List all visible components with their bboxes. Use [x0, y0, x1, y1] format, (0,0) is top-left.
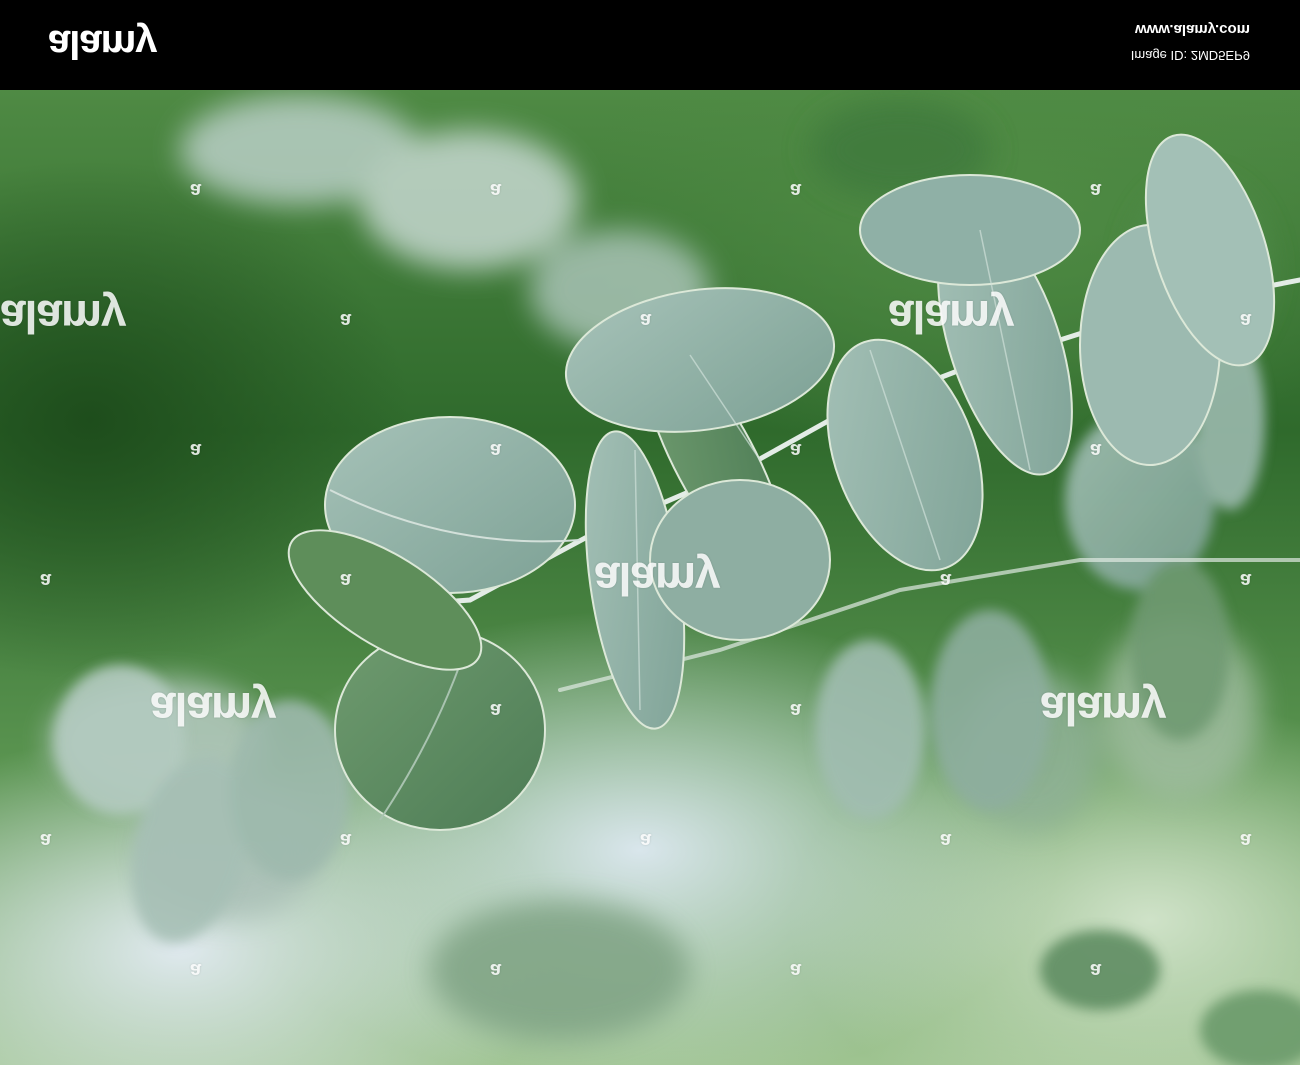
alamy-mark: a	[1090, 439, 1102, 461]
alamy-mark: a	[1240, 829, 1252, 851]
alamy-mark: a	[340, 569, 352, 591]
eucalyptus-photo: alamy alamy alamy alamy alamy a a a a a …	[0, 90, 1300, 1065]
alamy-mark: a	[1240, 309, 1252, 331]
alamy-mark: a	[1090, 179, 1102, 201]
alamy-mark: a	[490, 439, 502, 461]
alamy-mark: a	[940, 829, 952, 851]
alamy-mark: a	[190, 179, 202, 201]
alamy-mark: a	[340, 829, 352, 851]
alamy-watermark: alamy	[594, 553, 720, 605]
alamy-mark: a	[640, 829, 652, 851]
alamy-mark: a	[490, 179, 502, 201]
alamy-watermark: alamy	[888, 291, 1014, 343]
alamy-mark: a	[40, 569, 52, 591]
alamy-mark: a	[640, 309, 652, 331]
alamy-mark: a	[490, 699, 502, 721]
site-url: www.alamy.com	[1134, 21, 1250, 38]
alamy-mark: a	[940, 569, 952, 591]
alamy-mark: a	[490, 959, 502, 981]
image-id: Image ID: 2MD5EP9	[1130, 48, 1250, 63]
alamy-mark: a	[40, 829, 52, 851]
alamy-watermark: alamy	[1040, 683, 1166, 735]
alamy-logo: alamy	[48, 22, 157, 66]
header-bar: alamy www.alamy.com Image ID: 2MD5EP9	[0, 0, 1300, 90]
alamy-mark: a	[190, 439, 202, 461]
alamy-mark: a	[1240, 569, 1252, 591]
alamy-mark: a	[190, 959, 202, 981]
alamy-mark: a	[790, 439, 802, 461]
alamy-mark: a	[340, 309, 352, 331]
alamy-mark: a	[1090, 959, 1102, 981]
alamy-watermark: alamy	[150, 683, 276, 735]
alamy-mark: a	[790, 699, 802, 721]
alamy-mark: a	[790, 179, 802, 201]
alamy-mark: a	[790, 959, 802, 981]
alamy-watermark: alamy	[0, 291, 126, 343]
